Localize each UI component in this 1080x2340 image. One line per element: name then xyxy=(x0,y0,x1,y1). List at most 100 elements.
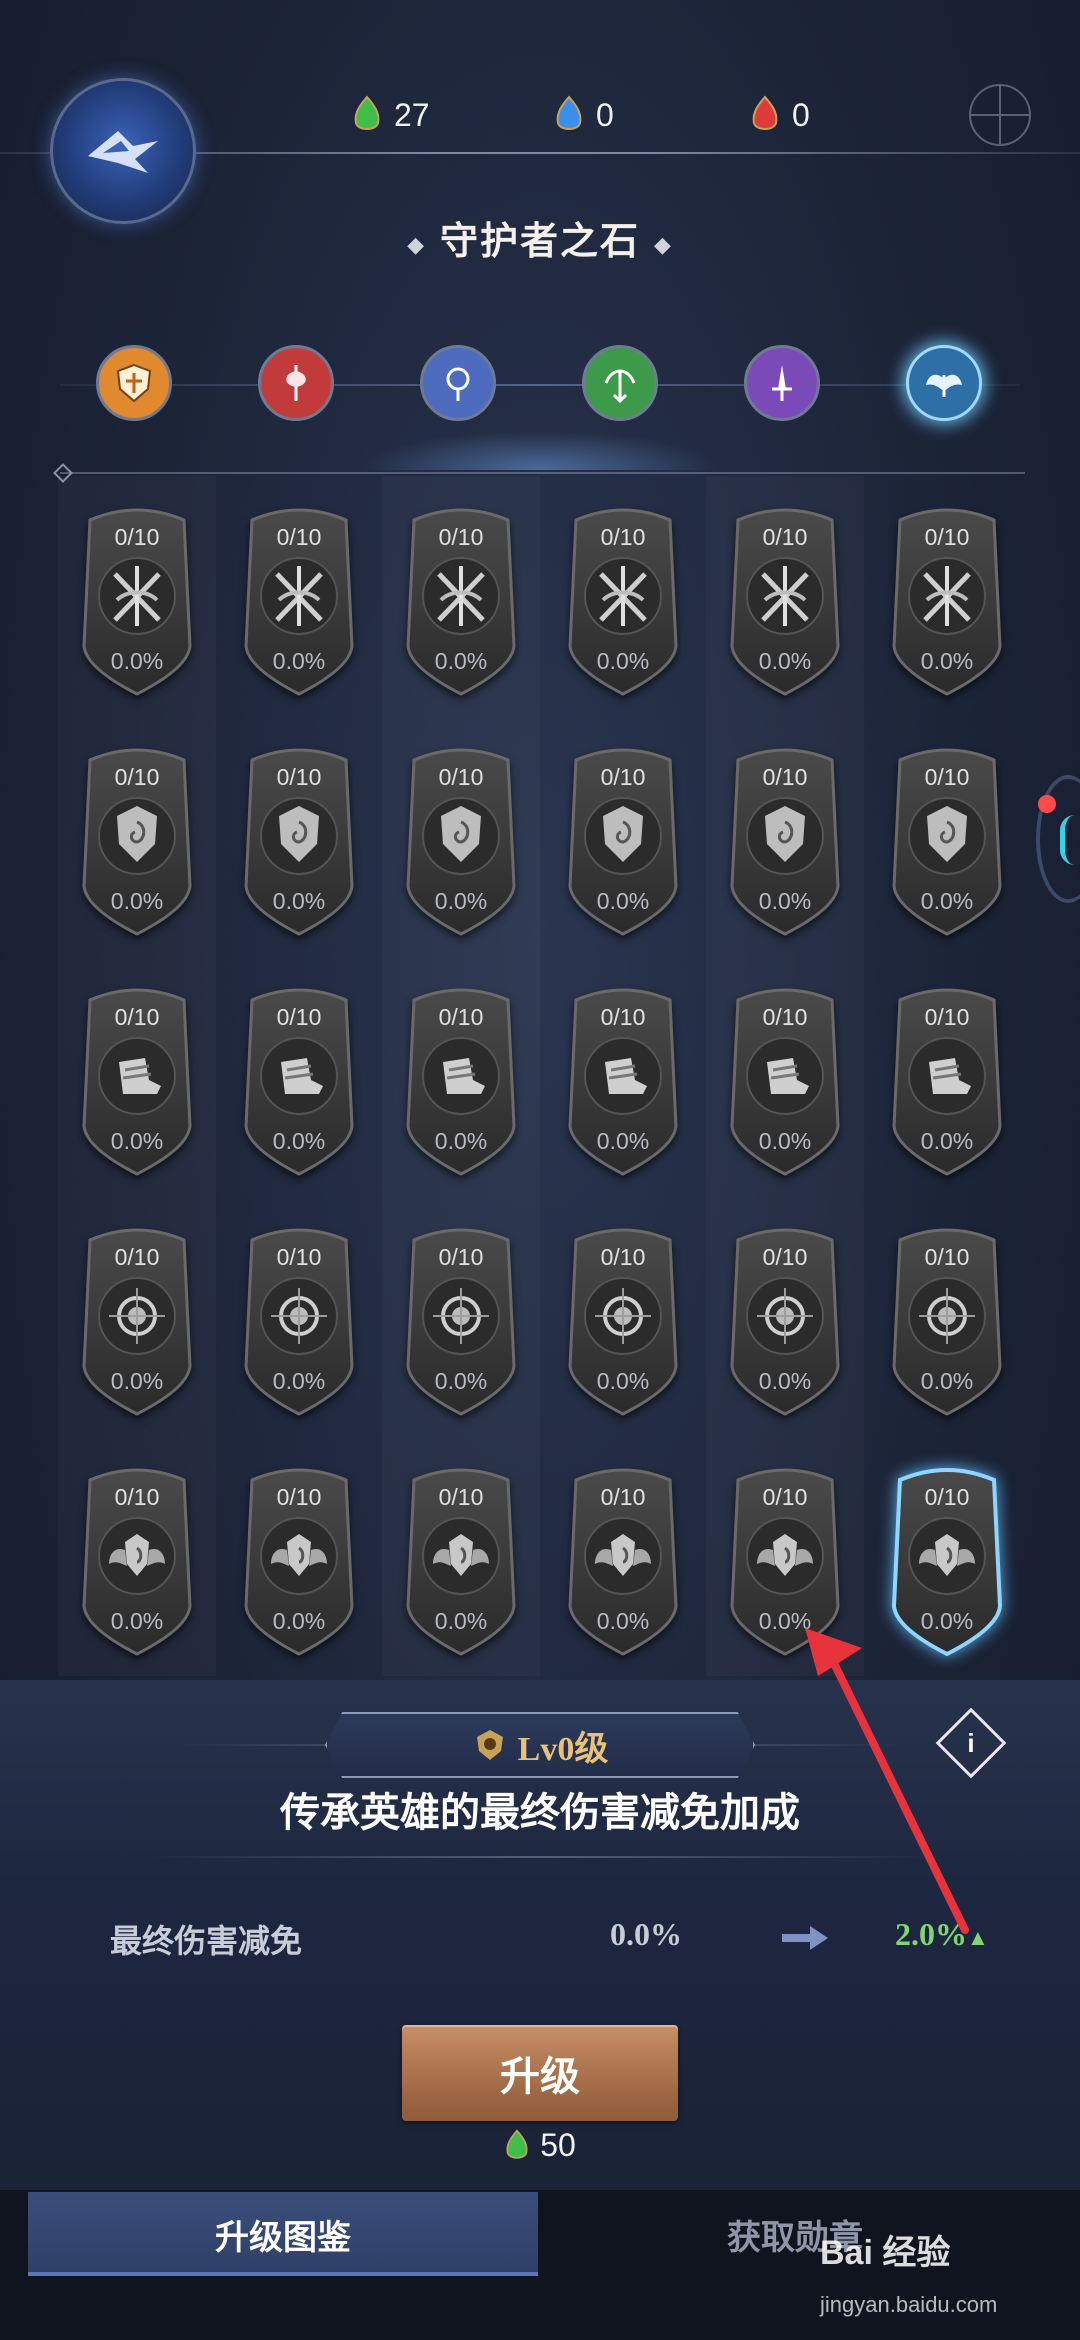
tab-get-medals[interactable]: 获取勋章 xyxy=(540,2210,1050,2259)
badge-slot[interactable]: 0/10 0.0% xyxy=(888,738,1006,938)
badge-slot[interactable]: 0/10 0.0% xyxy=(78,738,196,938)
crossed-weapons-icon xyxy=(437,566,485,626)
stat-next-text: 2.0% xyxy=(895,1916,967,1952)
category-shield[interactable] xyxy=(96,345,172,421)
badge-slot[interactable]: 0/10 0.0% xyxy=(564,1218,682,1418)
badge-slot[interactable]: 0/10 0.0% xyxy=(564,498,682,698)
badge-level: 0/10 xyxy=(276,1484,322,1510)
badge-slot[interactable]: 0/10 0.0% xyxy=(726,1458,844,1658)
compass-icon xyxy=(757,1288,813,1344)
badge-slot[interactable]: 0/10 0.0% xyxy=(78,978,196,1178)
badge-level: 0/10 xyxy=(762,764,808,790)
badge-level: 0/10 xyxy=(762,524,808,550)
crossed-weapons-icon xyxy=(923,566,971,626)
upgrade-cost: 50 xyxy=(0,2127,1080,2164)
page-title-text: 守护者之石 xyxy=(439,221,640,263)
badge-slot[interactable]: 0/10 0.0% xyxy=(78,1218,196,1418)
category-dagger[interactable] xyxy=(744,345,820,421)
badge-slot[interactable]: 0/10 0.0% xyxy=(726,978,844,1178)
title-diamond-left-icon: ◆ xyxy=(407,232,426,258)
badge-slot[interactable]: 0/10 0.0% xyxy=(402,1458,520,1658)
badge-slot[interactable]: 0/10 0.0% xyxy=(240,1458,358,1658)
level-label: Lv0级 xyxy=(517,1730,609,1768)
tab-upgrade-codex-label[interactable]: 升级图鉴 xyxy=(28,2210,538,2259)
badge-level: 0/10 xyxy=(924,524,970,550)
badge-slot[interactable]: 0/10 0.0% xyxy=(402,1218,520,1418)
baidu-watermark: Bai 经验 xyxy=(820,2234,951,2272)
blue-gem-count: 0 xyxy=(596,96,614,133)
stat-name: 最终伤害减免 xyxy=(110,1923,303,1959)
badge-slot[interactable]: 0/10 0.0% xyxy=(564,978,682,1178)
badge-percent: 0.0% xyxy=(110,888,164,914)
shield-crest-icon xyxy=(441,806,481,862)
badge-slot[interactable]: 0/10 0.0% xyxy=(888,978,1006,1178)
badge-percent: 0.0% xyxy=(758,1128,812,1154)
badge-level: 0/10 xyxy=(114,764,160,790)
badge-slot[interactable]: 0/10 0.0% xyxy=(564,738,682,938)
arrow-right-icon xyxy=(782,1926,828,1950)
badge-slot[interactable]: 0/10 0.0% xyxy=(402,498,520,698)
upgrade-button[interactable]: 升级 xyxy=(402,2025,678,2121)
category-axe[interactable] xyxy=(258,345,334,421)
badge-slot[interactable]: 0/10 0.0% xyxy=(240,498,358,698)
currency-blue: 0 xyxy=(554,95,614,135)
winged-crest-icon xyxy=(433,1534,489,1576)
badge-percent: 0.0% xyxy=(758,1368,812,1394)
badge-level: 0/10 xyxy=(438,1244,484,1270)
badge-level: 0/10 xyxy=(276,764,322,790)
badge-percent: 0.0% xyxy=(272,888,326,914)
boots-icon xyxy=(767,1058,809,1094)
badge-percent: 0.0% xyxy=(758,1608,812,1634)
badge-slot[interactable]: 0/10 0.0% xyxy=(888,498,1006,698)
badge-level: 0/10 xyxy=(762,1484,808,1510)
shield-icon xyxy=(116,363,152,403)
winged-crest-icon xyxy=(919,1534,975,1576)
badge-slot[interactable]: 0/10 0.0% xyxy=(726,1218,844,1418)
category-glow xyxy=(360,430,720,470)
badge-level: 0/10 xyxy=(600,764,646,790)
guild-emblem[interactable] xyxy=(50,78,196,224)
badge-percent: 0.0% xyxy=(272,648,326,674)
shield-crest-icon xyxy=(765,806,805,862)
axe-icon xyxy=(286,365,306,401)
badge-slot[interactable]: 0/10 0.0% xyxy=(240,738,358,938)
badge-slot[interactable]: 0/10 0.0% xyxy=(564,1458,682,1658)
badge-percent: 0.0% xyxy=(434,888,488,914)
badge-slot[interactable]: 0/10 0.0% xyxy=(78,498,196,698)
green-gem-count: 27 xyxy=(394,96,430,133)
green-gem-icon xyxy=(506,2128,528,2159)
badge-slot[interactable]: 0/10 0.0% xyxy=(402,978,520,1178)
winged-crest-icon xyxy=(595,1534,651,1576)
badge-level: 0/10 xyxy=(438,764,484,790)
badge-percent: 0.0% xyxy=(920,1608,974,1634)
badge-slot[interactable]: 0/10 0.0% xyxy=(888,1218,1006,1418)
winged-crest-icon xyxy=(757,1534,813,1576)
badge-percent: 0.0% xyxy=(272,1368,326,1394)
info-icon: i xyxy=(967,1728,975,1758)
crossed-weapons-icon xyxy=(275,566,323,626)
category-wings[interactable] xyxy=(906,345,982,421)
badge-slot[interactable]: 0/10 0.0% xyxy=(888,1458,1006,1658)
description-divider xyxy=(150,1856,930,1858)
badge-level: 0/10 xyxy=(600,1484,646,1510)
badge-slot[interactable]: 0/10 0.0% xyxy=(240,978,358,1178)
category-orb[interactable] xyxy=(420,345,496,421)
badge-slot[interactable]: 0/10 0.0% xyxy=(726,738,844,938)
badge-percent: 0.0% xyxy=(920,1368,974,1394)
badge-slot[interactable]: 0/10 0.0% xyxy=(78,1458,196,1658)
green-gem-icon xyxy=(354,95,380,130)
badge-level: 0/10 xyxy=(438,524,484,550)
level-crest-icon xyxy=(476,1730,503,1760)
badge-level: 0/10 xyxy=(114,1484,160,1510)
compass-icon xyxy=(595,1288,651,1344)
boots-icon xyxy=(443,1058,485,1094)
stat-row: 最终伤害减免 0.0% 2.0%▲ xyxy=(0,1912,1080,1962)
badge-slot[interactable]: 0/10 0.0% xyxy=(402,738,520,938)
category-bow[interactable] xyxy=(582,345,658,421)
badge-level: 0/10 xyxy=(600,1244,646,1270)
badge-slot[interactable]: 0/10 0.0% xyxy=(726,498,844,698)
badge-slot[interactable]: 0/10 0.0% xyxy=(240,1218,358,1418)
badge-percent: 0.0% xyxy=(110,1608,164,1634)
compass-icon xyxy=(271,1288,327,1344)
badge-percent: 0.0% xyxy=(434,1128,488,1154)
